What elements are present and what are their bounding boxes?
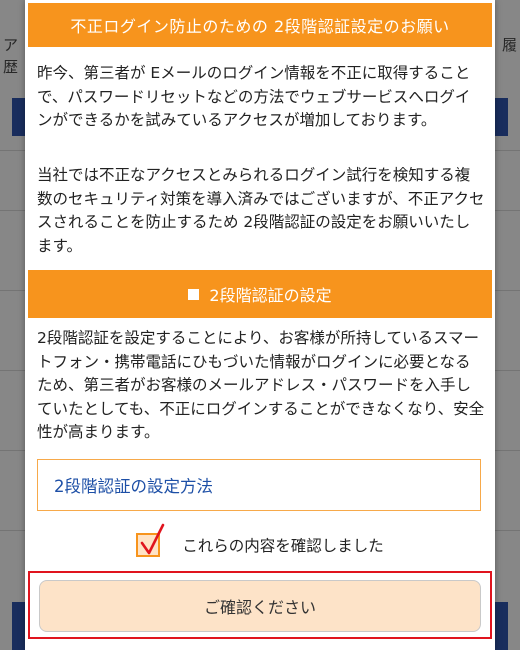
- two-factor-notice-dialog: 不正ログイン防止のための 2段階認証設定のお願い 昨今、第三者が Eメールのログ…: [25, 0, 495, 650]
- checkmark-icon: [140, 523, 165, 555]
- notice-paragraph-3: 2段階認証を設定することにより、お客様が所持しているスマートフォン・携帯電話にひ…: [37, 329, 485, 441]
- confirm-row: これらの内容を確認しました: [25, 523, 495, 563]
- confirm-checkbox[interactable]: [136, 523, 165, 557]
- dialog-header: 不正ログイン防止のための 2段階認証設定のお願い: [28, 3, 492, 47]
- section-header-2fa-setup: 2段階認証の設定: [28, 270, 492, 318]
- confirm-submit-button-label: ご確認ください: [203, 598, 316, 617]
- section-title: 2段階認証の設定: [209, 286, 332, 305]
- notice-paragraph-2: 当社では不正なアクセスとみられるログイン試行を検知する複数のセキュリティ対策を導…: [37, 166, 485, 255]
- dialog-title: 不正ログイン防止のための 2段階認証設定のお願い: [70, 17, 450, 36]
- confirm-submit-button[interactable]: ご確認ください: [39, 580, 481, 632]
- notice-paragraph-1: 昨今、第三者が Eメールのログイン情報を不正に取得することで、パスワードリセット…: [37, 64, 471, 129]
- setup-instructions-link[interactable]: 2段階認証の設定方法: [37, 459, 481, 511]
- setup-instructions-link-label: 2段階認証の設定方法: [54, 477, 213, 496]
- confirm-checkbox-label: これらの内容を確認しました: [182, 537, 384, 555]
- square-bullet-icon: [188, 288, 200, 300]
